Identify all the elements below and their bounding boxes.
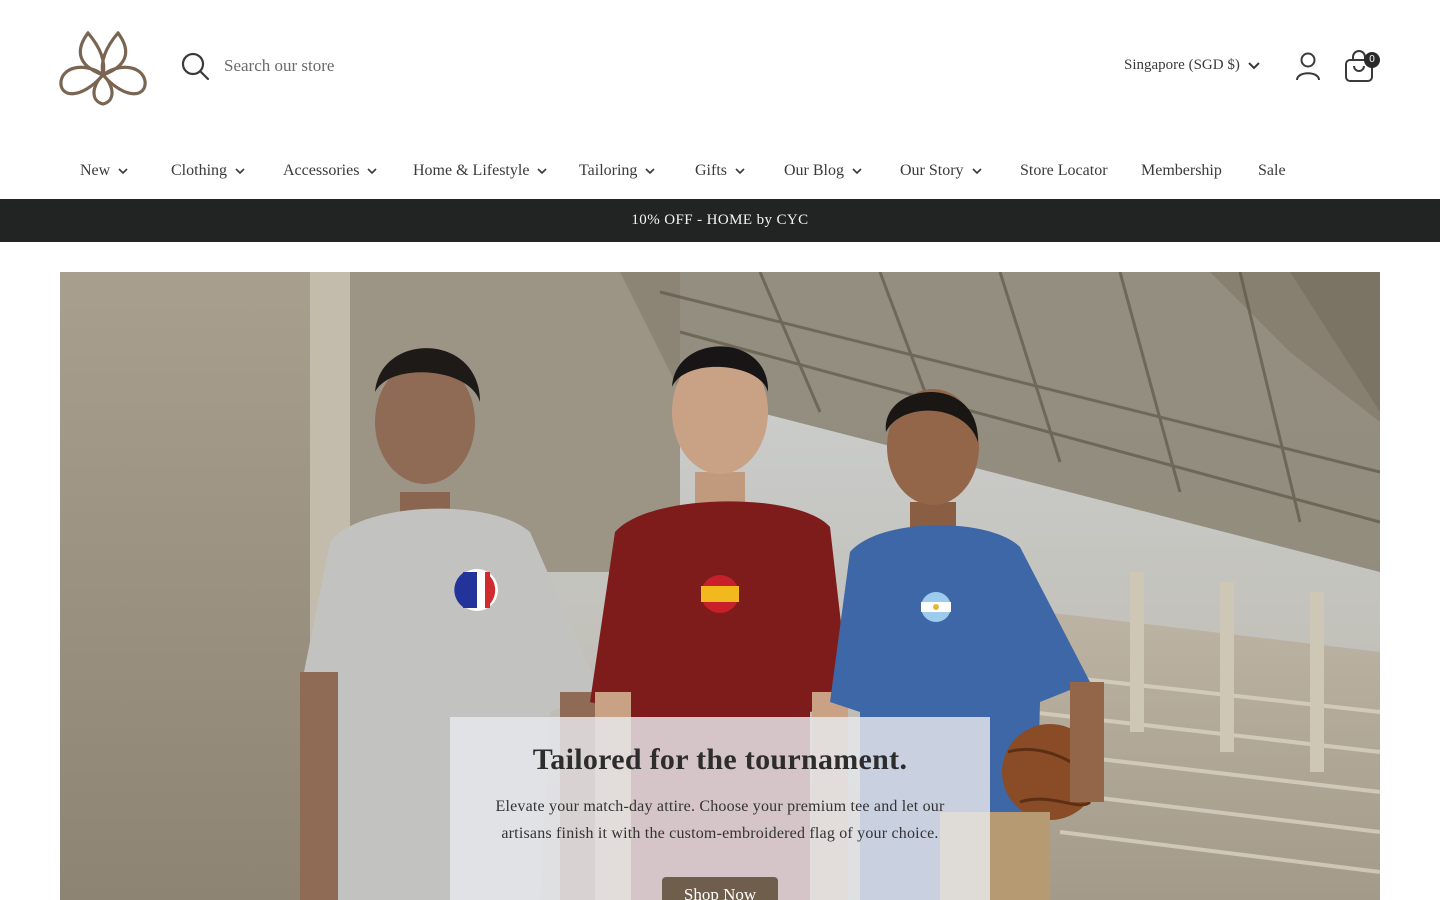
nav-item-label: Tailoring [579, 162, 638, 179]
nav-item-label: Gifts [695, 162, 727, 179]
nav-item-label: Home & Lifestyle [413, 162, 530, 179]
brand-knot-logo[interactable] [58, 27, 148, 107]
hero-description: Elevate your match-day attire. Choose yo… [495, 798, 945, 842]
shop-now-button[interactable]: Shop Now [661, 877, 779, 900]
chevron-down-icon [971, 167, 982, 174]
chevron-down-icon [1248, 61, 1260, 69]
search-bar [180, 48, 524, 84]
nav-item-store-locator[interactable]: Store Locator [1020, 162, 1108, 180]
account-icon[interactable] [1294, 51, 1322, 81]
cart-count-badge: 0 [1364, 52, 1380, 68]
chevron-down-icon [735, 167, 745, 174]
nav-item-label: Membership [1141, 162, 1222, 179]
nav-item-label: Accessories [283, 162, 360, 179]
chevron-down-icon [118, 167, 128, 174]
currency-selector[interactable]: Singapore (SGD $) [1124, 57, 1261, 74]
nav-item-clothing[interactable]: Clothing [171, 162, 245, 180]
nav-item-sale[interactable]: Sale [1258, 162, 1286, 180]
search-icon[interactable] [180, 51, 210, 81]
site-header: Singapore (SGD $) 0 [0, 0, 1440, 135]
nav-item-home-lifestyle[interactable]: Home & Lifestyle [413, 162, 547, 180]
promo-text: 10% OFF - HOME by CYC [631, 212, 809, 228]
chevron-down-icon [367, 167, 377, 174]
nav-item-our-blog[interactable]: Our Blog [784, 162, 862, 180]
nav-item-label: Our Story [900, 162, 964, 179]
nav-item-label: New [80, 162, 111, 179]
chevron-down-icon [235, 167, 245, 174]
nav-item-gifts[interactable]: Gifts [695, 162, 745, 180]
hero-banner: Tailored for the tournament. Elevate you… [60, 272, 1380, 900]
chevron-down-icon [645, 167, 655, 174]
nav-item-label: Clothing [171, 162, 228, 179]
nav-item-accessories[interactable]: Accessories [283, 162, 377, 180]
nav-item-label: Sale [1258, 162, 1286, 179]
cart-button[interactable]: 0 [1344, 50, 1380, 84]
nav-item-label: Store Locator [1020, 162, 1108, 179]
nav-item-tailoring[interactable]: Tailoring [579, 162, 655, 180]
chevron-down-icon [852, 167, 862, 174]
currency-label: Singapore (SGD $) [1124, 57, 1240, 73]
nav-item-our-story[interactable]: Our Story [900, 162, 982, 180]
nav-item-label: Our Blog [784, 162, 844, 179]
promo-banner[interactable]: 10% OFF - HOME by CYC [0, 199, 1440, 242]
nav-item-membership[interactable]: Membership [1141, 162, 1222, 180]
main-navigation: New Clothing Accessories Home & Lifestyl… [0, 150, 1440, 195]
hero-title: Tailored for the tournament. [532, 743, 908, 776]
nav-item-new[interactable]: New [80, 162, 128, 180]
search-input[interactable] [224, 56, 524, 76]
hero-content-card: Tailored for the tournament. Elevate you… [450, 717, 990, 900]
chevron-down-icon [537, 167, 547, 174]
